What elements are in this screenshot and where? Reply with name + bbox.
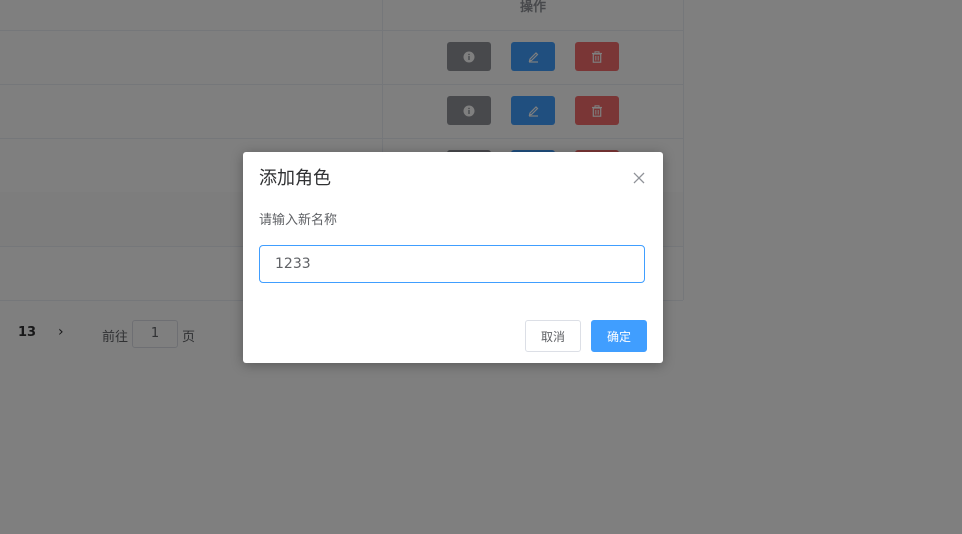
confirm-button[interactable]: 确定	[591, 320, 647, 352]
dialog-message: 请输入新名称	[259, 213, 338, 228]
cancel-button[interactable]: 取消	[525, 320, 581, 352]
role-name-input[interactable]	[259, 245, 645, 283]
page: 操作	[0, 0, 962, 534]
dialog-title: 添加角色	[259, 168, 331, 189]
close-icon[interactable]	[632, 170, 646, 184]
add-role-dialog: 添加角色 请输入新名称 取消 确定	[243, 152, 663, 363]
